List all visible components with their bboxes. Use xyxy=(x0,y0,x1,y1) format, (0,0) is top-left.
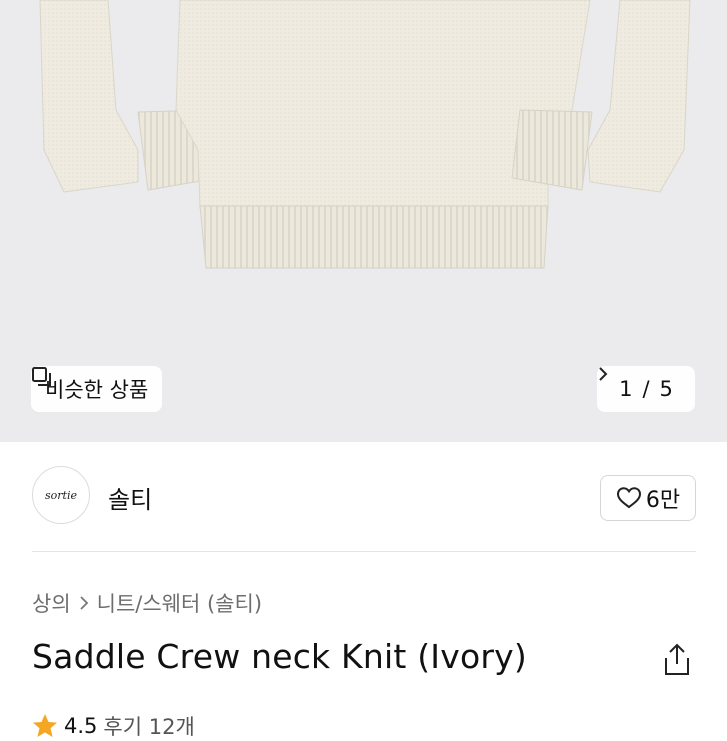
divider xyxy=(32,551,696,552)
share-button[interactable] xyxy=(660,642,694,678)
brand-like-button[interactable]: 6만 xyxy=(600,475,696,521)
image-counter-button[interactable]: 1 / 5 xyxy=(597,366,695,412)
review-count: 후기 12개 xyxy=(103,715,195,739)
rating-score: 4.5 xyxy=(64,714,98,738)
image-counter-current: 1 xyxy=(619,377,633,401)
like-count: 6만 xyxy=(645,488,681,513)
breadcrumb-item-subcategory[interactable]: 니트/스웨터 (솔티) xyxy=(97,588,262,618)
similar-stack-icon xyxy=(32,367,51,386)
brand-logo-text: sortie xyxy=(45,488,77,502)
brand-logo[interactable]: sortie xyxy=(32,466,90,524)
breadcrumb: 상의 니트/스웨터 (솔티) xyxy=(32,588,262,618)
share-icon xyxy=(665,643,689,675)
brand-row: sortie 솔티 6만 xyxy=(32,466,696,528)
chevron-right-icon xyxy=(599,367,608,381)
breadcrumb-item-category[interactable]: 상의 xyxy=(32,588,71,618)
chevron-right-icon xyxy=(80,596,88,610)
brand-name[interactable]: 솔티 xyxy=(108,480,152,515)
similar-products-label: 비슷한 상품 xyxy=(45,378,149,402)
heart-icon xyxy=(616,487,641,509)
product-image-gallery[interactable]: 비슷한 상품 1 / 5 xyxy=(0,0,727,442)
similar-products-button[interactable]: 비슷한 상품 xyxy=(31,366,163,412)
rating-row[interactable]: 4.5 후기 12개 xyxy=(32,711,195,741)
image-counter-total: 5 xyxy=(659,377,673,401)
product-title: Saddle Crew neck Knit (Ivory) xyxy=(32,637,527,676)
star-icon xyxy=(33,714,57,737)
image-counter-separator: / xyxy=(642,377,650,401)
